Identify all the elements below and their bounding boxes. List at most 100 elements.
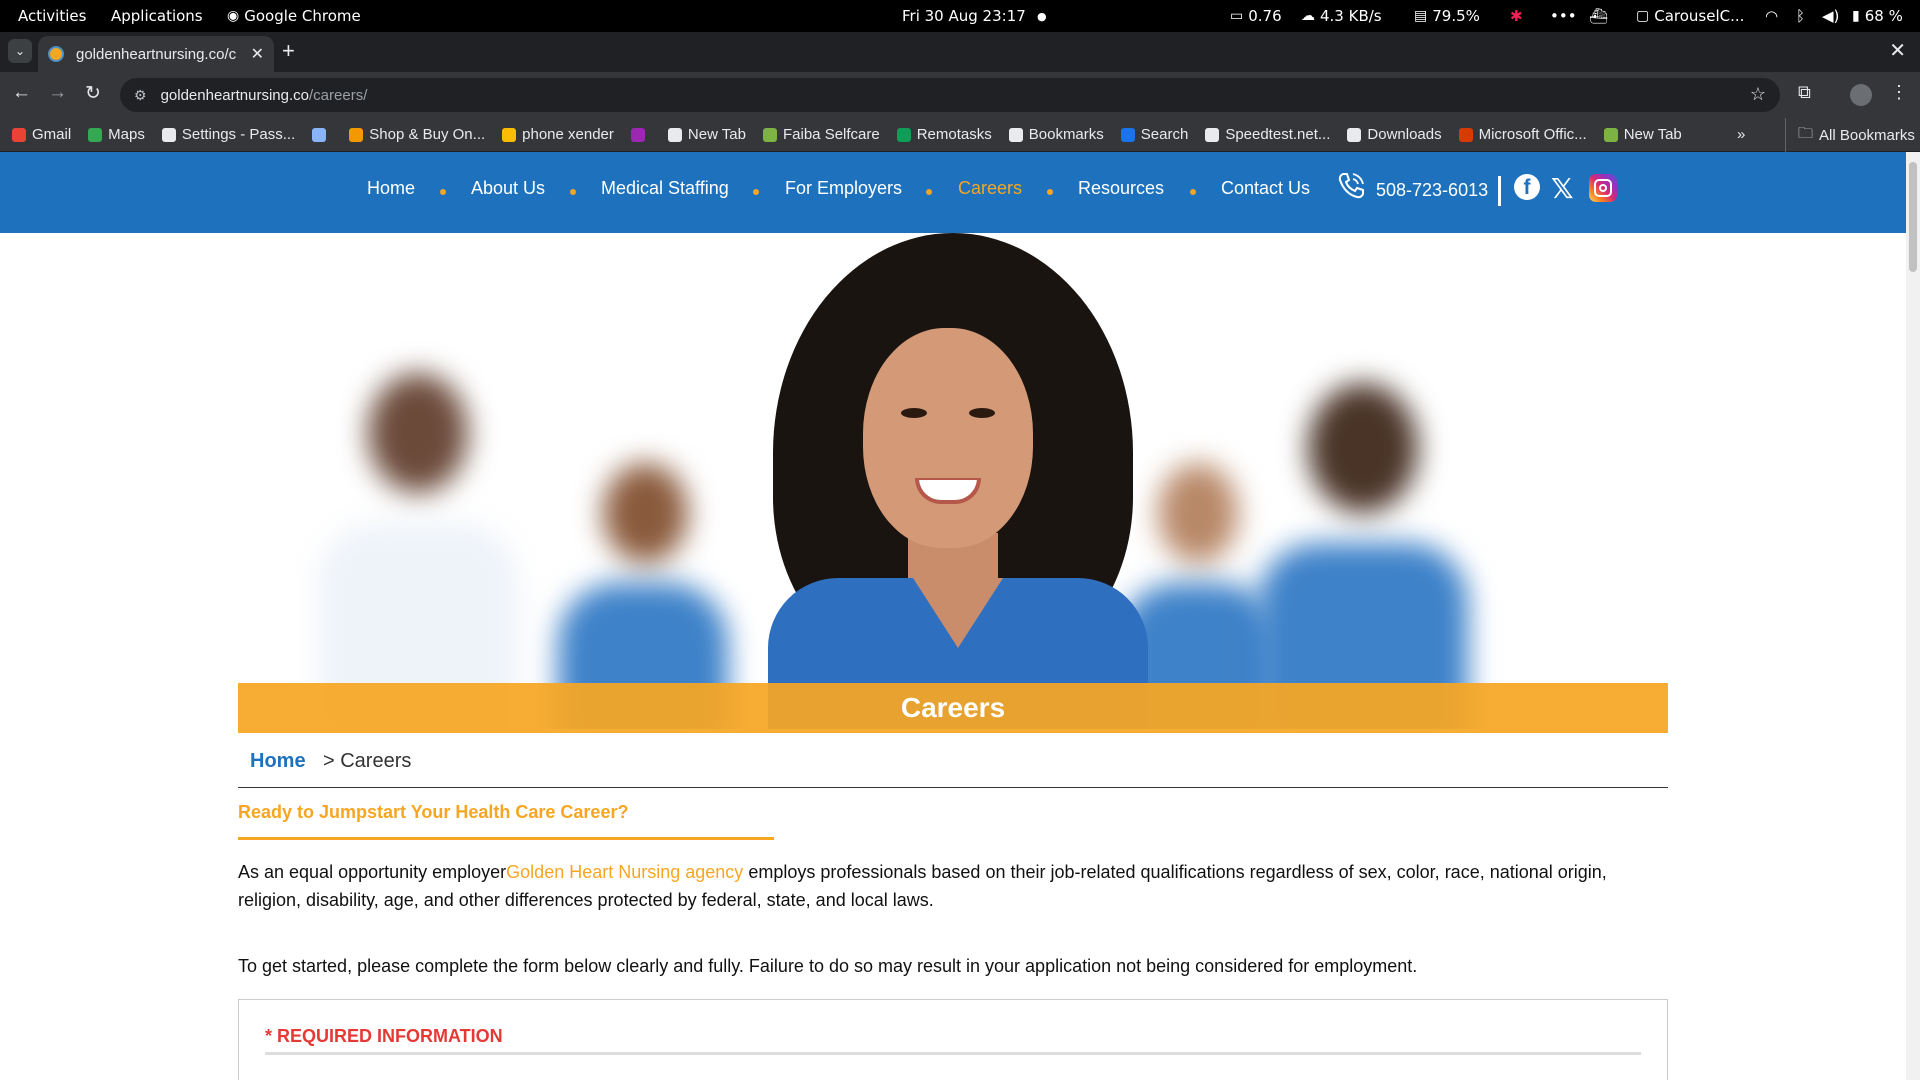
- bookmark-item[interactable]: New Tab: [667, 126, 746, 143]
- bookmark-favicon-icon: [502, 127, 517, 142]
- bookmark-item[interactable]: phone xender: [502, 126, 614, 143]
- reload-icon[interactable]: ↻: [85, 82, 101, 105]
- site-info-icon[interactable]: ⚙: [134, 87, 147, 104]
- bookmark-label: Maps: [108, 126, 145, 143]
- memory-indicator[interactable]: ▤ 79.5%: [1414, 0, 1480, 32]
- bookmark-item[interactable]: Shop & Buy On...: [349, 126, 485, 143]
- bookmark-item[interactable]: Settings - Pass...: [161, 126, 295, 143]
- url-path: /careers/: [309, 86, 368, 104]
- bookmark-label: phone xender: [522, 126, 614, 143]
- volume-icon[interactable]: ◀): [1822, 0, 1839, 32]
- tab-close-icon[interactable]: ✕: [251, 44, 264, 64]
- bookmark-item[interactable]: [312, 126, 332, 143]
- slack-icon[interactable]: ✱: [1510, 0, 1523, 32]
- blurred-nurse-right: [1258, 383, 1468, 729]
- all-bookmarks-label: All Bookmarks: [1819, 126, 1915, 144]
- new-tab-button[interactable]: +: [282, 38, 295, 64]
- cpu-indicator[interactable]: ▭ 0.76: [1230, 0, 1282, 32]
- x-twitter-icon[interactable]: 𝕏: [1551, 172, 1574, 205]
- phone-icon[interactable]: [1335, 170, 1367, 202]
- nav-link-resources[interactable]: Resources: [1078, 178, 1164, 199]
- bluetooth-icon[interactable]: ᛒ: [1796, 0, 1805, 32]
- clipboard-label: CarouselC...: [1654, 7, 1745, 25]
- clipboard-indicator[interactable]: ▢ CarouselC...: [1636, 0, 1744, 32]
- nav-link-home[interactable]: Home: [367, 178, 415, 199]
- notification-dot: ●: [1037, 9, 1047, 23]
- blurred-nurse-left: [318, 373, 518, 729]
- breadcrumb: Home > Careers: [238, 744, 1668, 788]
- bookmark-favicon-icon: [312, 127, 327, 142]
- page-scrollbar[interactable]: [1906, 152, 1920, 1080]
- scrollbar-thumb[interactable]: [1909, 162, 1917, 272]
- bookmark-favicon-icon: [1603, 127, 1618, 142]
- bookmark-item[interactable]: Speedtest.net...: [1205, 126, 1330, 143]
- bookmark-item[interactable]: Remotasks: [896, 126, 992, 143]
- bookmark-favicon-icon: [1347, 127, 1362, 142]
- required-information-heading: * REQUIRED INFORMATION: [265, 1026, 503, 1046]
- bookmark-favicon-icon: [1458, 127, 1473, 142]
- bookmark-item[interactable]: Gmail: [12, 126, 71, 143]
- nav-separator-dot: [926, 189, 932, 195]
- bookmark-label: Microsoft Offic...: [1478, 126, 1587, 143]
- chrome-menu-icon[interactable]: ⋮: [1890, 82, 1908, 103]
- heading-underline: [238, 837, 774, 840]
- window-close-icon[interactable]: ✕: [1889, 38, 1906, 63]
- network-speed-indicator[interactable]: ☁ 4.3 KB/s: [1301, 0, 1382, 32]
- nav-link-contact-us[interactable]: Contact Us: [1221, 178, 1310, 199]
- nav-link-about-us[interactable]: About Us: [471, 178, 545, 199]
- bookmark-item[interactable]: Microsoft Offic...: [1458, 126, 1587, 143]
- bookmark-favicon-icon: [349, 127, 364, 142]
- active-tab[interactable]: goldenheartnursing.co/c ✕: [38, 36, 274, 72]
- forward-arrow-icon[interactable]: →: [48, 82, 67, 104]
- section-heading: Ready to Jumpstart Your Health Care Care…: [238, 802, 629, 822]
- bookmark-item[interactable]: Search: [1120, 126, 1188, 143]
- breadcrumb-home-link[interactable]: Home: [250, 750, 306, 773]
- bookmark-favicon-icon: [12, 127, 26, 142]
- bookmark-favicon-icon: [667, 127, 682, 142]
- back-arrow-icon[interactable]: ←: [12, 82, 31, 104]
- featured-nurse-photo: [748, 233, 1168, 729]
- bookmark-favicon-icon: [1008, 127, 1023, 142]
- wifi-icon[interactable]: ◠: [1765, 0, 1778, 32]
- bookmark-star-icon[interactable]: ☆: [1750, 84, 1766, 105]
- nav-link-for-employers[interactable]: For Employers: [785, 178, 902, 199]
- address-bar[interactable]: ⚙ goldenheartnursing.co/careers/ ☆: [120, 78, 1780, 112]
- agency-link[interactable]: Golden Heart Nursing agency: [506, 862, 743, 882]
- bookmark-item[interactable]: [630, 126, 651, 143]
- bookmark-label: Speedtest.net...: [1225, 126, 1331, 143]
- bookmark-favicon-icon: [161, 127, 176, 142]
- instagram-icon[interactable]: [1589, 174, 1617, 202]
- nav-separator-dot: [570, 189, 576, 195]
- bookmark-favicon-icon: [88, 127, 103, 142]
- active-app-indicator[interactable]: ◉ Google Chrome: [227, 0, 361, 32]
- site-favicon-icon: [48, 46, 64, 62]
- battery-icon: ▮: [1852, 8, 1860, 24]
- applications-menu[interactable]: Applications: [111, 0, 203, 32]
- nav-link-careers[interactable]: Careers: [958, 178, 1022, 199]
- all-bookmarks-button[interactable]: 🗀 All Bookmarks: [1785, 118, 1915, 152]
- clock[interactable]: Fri 30 Aug 23:17: [902, 0, 1026, 32]
- phone-number[interactable]: 508-723-6013: [1376, 180, 1488, 201]
- bookmark-item[interactable]: Faiba Selfcare: [763, 126, 880, 143]
- docker-icon[interactable]: ⛴: [1589, 0, 1608, 32]
- tab-search-chevron-down-icon[interactable]: ⌄: [8, 39, 32, 63]
- nav-link-medical-staffing[interactable]: Medical Staffing: [601, 178, 729, 199]
- bookmark-item[interactable]: Bookmarks: [1008, 126, 1104, 143]
- bookmark-label: Shop & Buy On...: [369, 126, 486, 143]
- facebook-icon[interactable]: f: [1514, 174, 1540, 200]
- bookmark-item[interactable]: Maps: [88, 126, 145, 143]
- profile-avatar[interactable]: [1850, 84, 1872, 106]
- page-viewport: Home About Us Medical Staffing For Employer…: [0, 152, 1906, 1080]
- network-speed-value: 4.3 KB/s: [1320, 7, 1382, 25]
- battery-indicator[interactable]: ▮ 68 %: [1852, 0, 1903, 32]
- application-form: * REQUIRED INFORMATION: [238, 999, 1668, 1080]
- battery-value: 68 %: [1864, 7, 1903, 25]
- activities-button[interactable]: Activities: [18, 0, 86, 32]
- more-indicator[interactable]: •••: [1550, 0, 1577, 32]
- bookmark-label: Gmail: [32, 126, 72, 143]
- bookmarks-overflow-icon[interactable]: »: [1737, 126, 1745, 143]
- bookmark-item[interactable]: Downloads: [1347, 126, 1442, 143]
- extensions-puzzle-icon[interactable]: ⧉: [1798, 82, 1811, 103]
- cloud-icon: ☁: [1301, 8, 1315, 24]
- bookmark-item[interactable]: New Tab: [1603, 126, 1682, 143]
